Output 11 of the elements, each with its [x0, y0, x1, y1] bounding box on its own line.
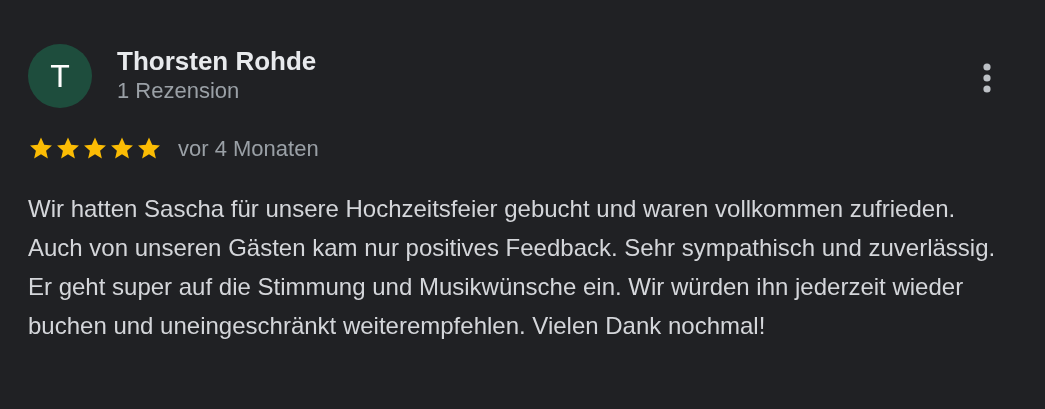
star-icon — [28, 136, 54, 161]
more-vertical-icon — [983, 63, 991, 93]
star-icon — [82, 136, 108, 161]
star-icon — [55, 136, 81, 161]
star-icon — [136, 136, 162, 161]
review-date: vor 4 Monaten — [178, 135, 319, 163]
star-icon — [109, 136, 135, 161]
author-name[interactable]: Thorsten Rohde — [117, 46, 317, 76]
avatar: T — [28, 44, 92, 108]
author-review-count: 1 Rezension — [117, 77, 241, 105]
review-text: Wir hatten Sascha für unsere Hochzeitsfeier gebucht und waren vollkommen zufrieden. Auch von unseren Gästen kam nur positives Feedback. Sehr sympathisch und zuverlässig. Er geht super auf die Stimmung und Musikwünsche ein. Wir würden ihn jederzeit wieder buchen und uneingeschränkt weiterempfehlen. Vielen Dank nochmal! — [28, 194, 997, 341]
